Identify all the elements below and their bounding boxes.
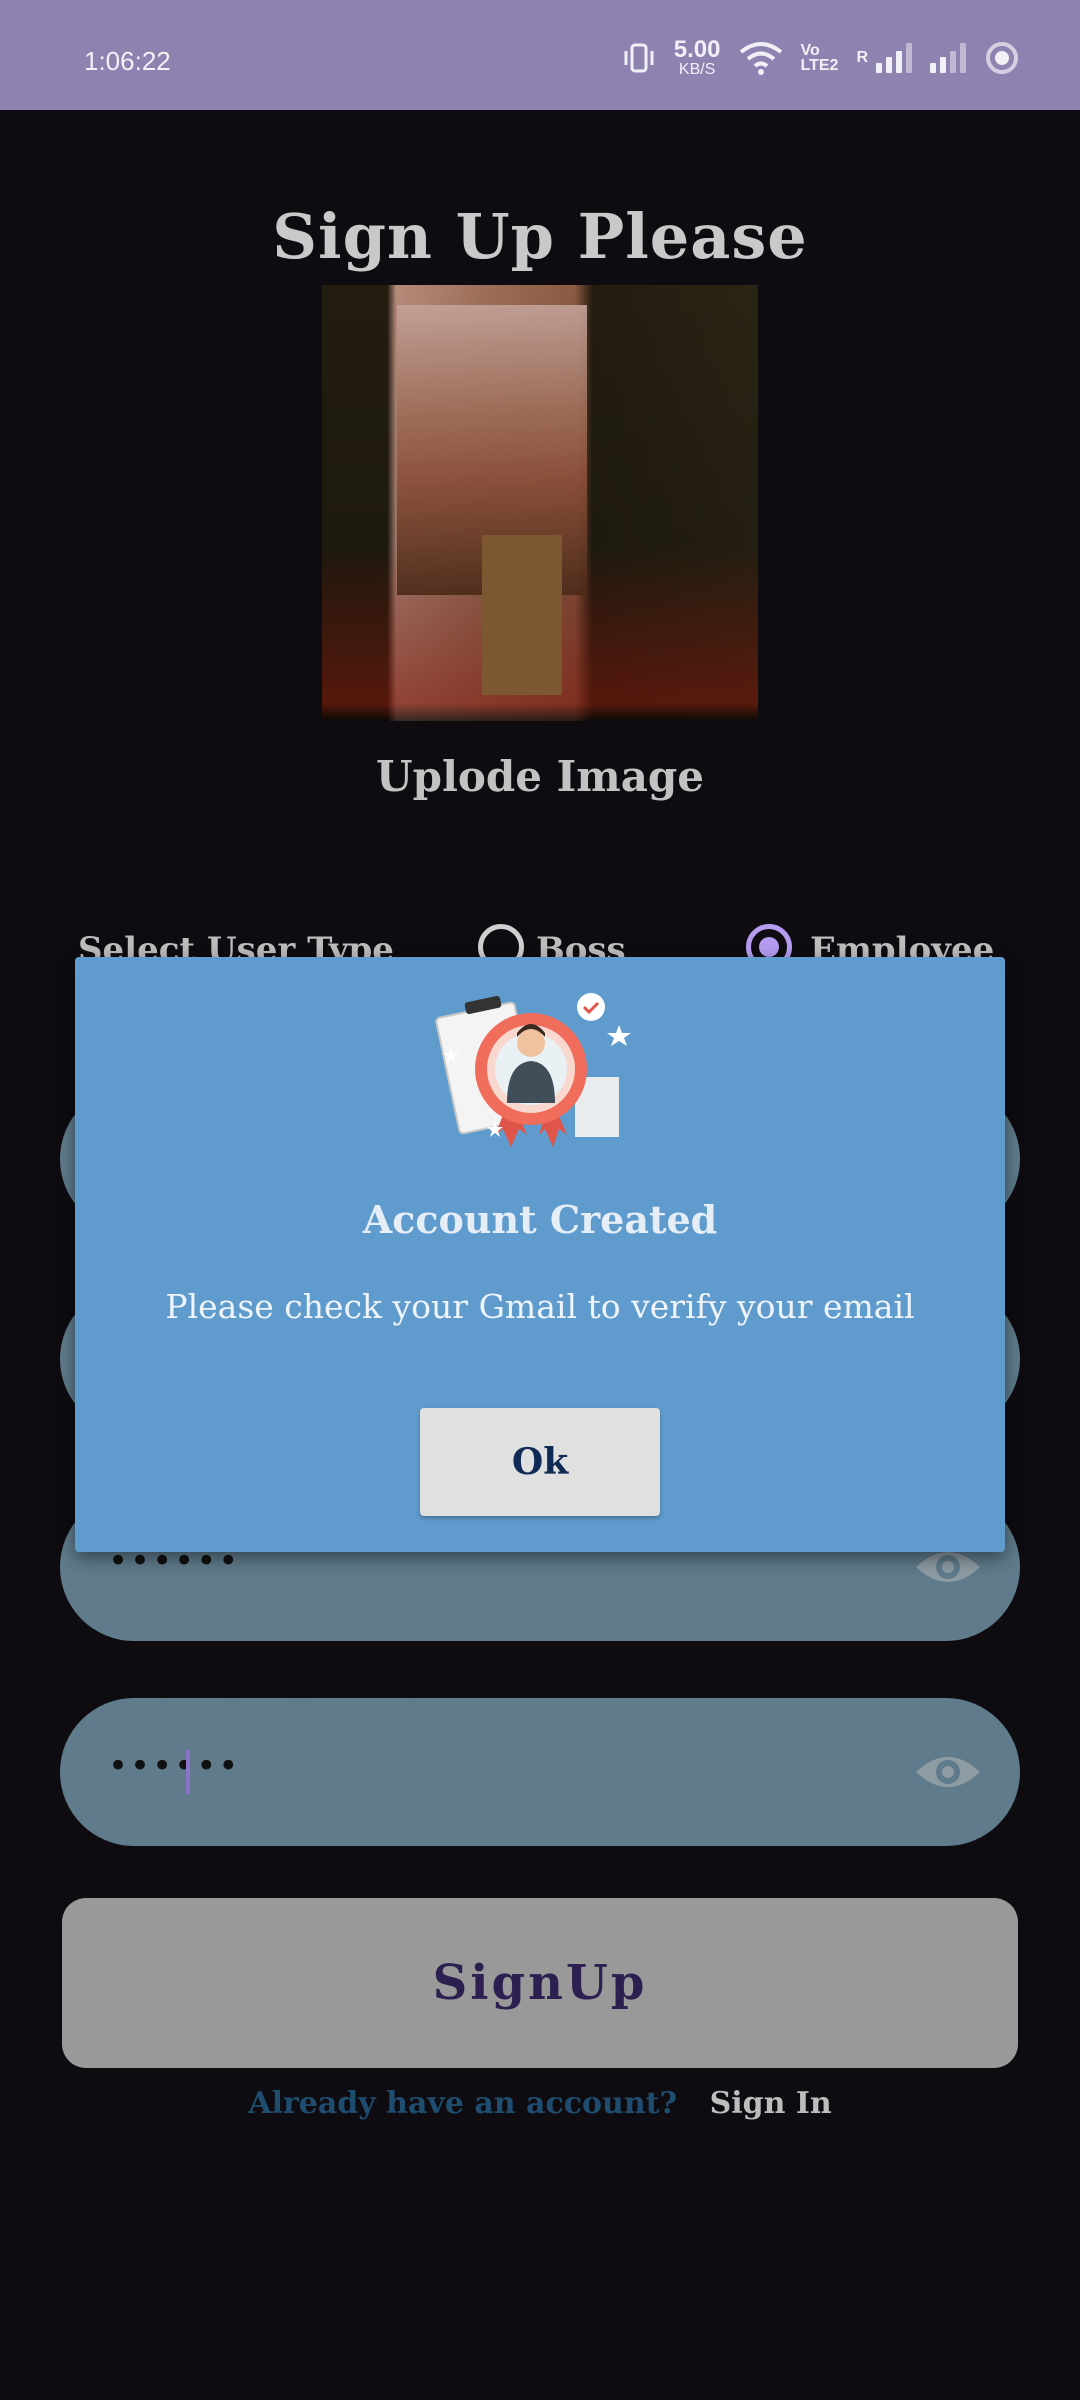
profile-image[interactable] bbox=[322, 285, 758, 721]
page-title: Sign Up Please bbox=[272, 200, 808, 273]
vibrate-icon bbox=[624, 43, 654, 73]
roaming-indicator: R bbox=[856, 49, 868, 66]
wifi-icon bbox=[739, 42, 782, 75]
confirm-password-field[interactable]: •••••• bbox=[60, 1698, 1020, 1846]
image-neck-area bbox=[482, 535, 562, 695]
network-speed: 5.00 KB/S bbox=[673, 36, 721, 78]
dialog-message: Please check your Gmail to verify your e… bbox=[165, 1287, 915, 1326]
signup-button[interactable]: SignUp bbox=[62, 1898, 1018, 2068]
signal-bars-2-icon bbox=[930, 43, 966, 73]
account-created-dialog: Account Created Please check your Gmail … bbox=[75, 957, 1005, 1552]
ok-button[interactable]: Ok bbox=[420, 1408, 660, 1516]
signal-bars-icon bbox=[876, 43, 912, 73]
eye-icon[interactable] bbox=[914, 1742, 982, 1802]
upload-image-link[interactable]: Uplode Image bbox=[0, 752, 1080, 801]
signin-link[interactable]: Sign In bbox=[710, 2086, 832, 2121]
award-illustration-icon bbox=[435, 993, 631, 1147]
battery-ring-icon bbox=[986, 42, 1018, 74]
status-icons: 5.00 KB/S Vo LTE2 R bbox=[622, 38, 1020, 78]
signin-row: Already have an account? Sign In bbox=[0, 2086, 1080, 2121]
confirm-password-value: •••••• bbox=[108, 1746, 241, 1786]
status-time: 1:06:22 bbox=[84, 46, 171, 76]
dialog-title: Account Created bbox=[362, 1197, 718, 1242]
text-caret bbox=[186, 1750, 190, 1794]
signin-question: Already have an account? bbox=[248, 2086, 678, 2121]
volte-indicator: Vo LTE2 bbox=[800, 41, 839, 74]
status-bar: 1:06:22 5.00 KB/S Vo LTE2 R bbox=[0, 0, 1080, 110]
